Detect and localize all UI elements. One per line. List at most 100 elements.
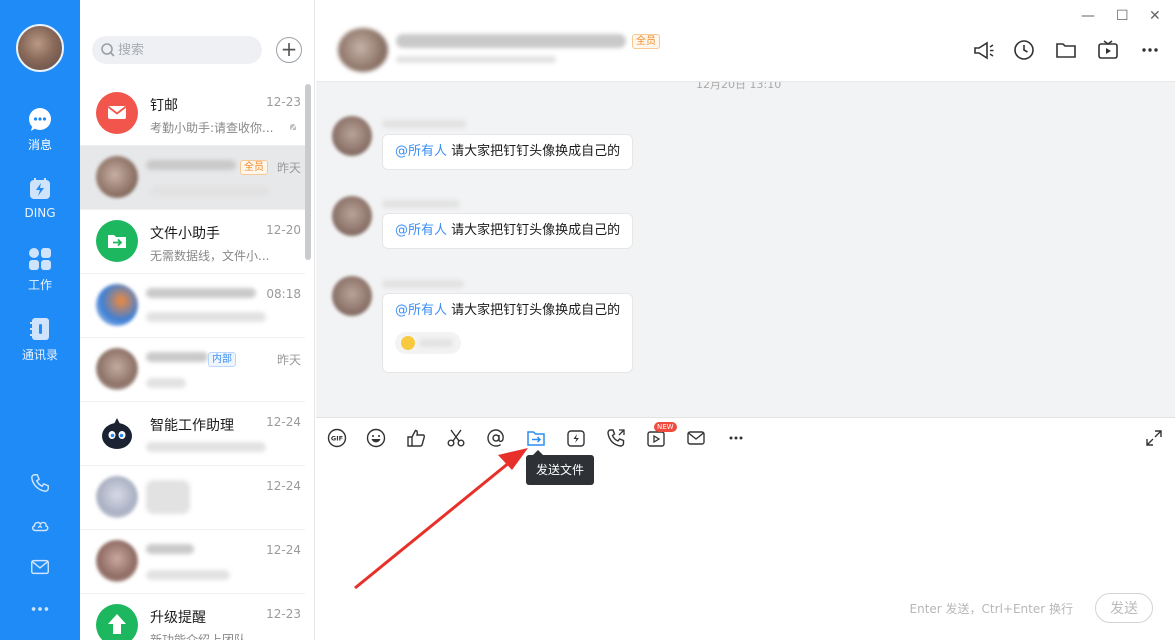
input-toolbar: GIF xyxy=(316,417,1175,457)
assistant-avatar xyxy=(96,412,138,454)
sender-avatar[interactable] xyxy=(332,116,372,156)
blurred-name xyxy=(146,352,208,362)
minimize-button[interactable]: — xyxy=(1081,8,1095,24)
search-box[interactable] xyxy=(92,36,262,64)
mention-all[interactable]: @所有人 xyxy=(395,223,447,238)
list-item[interactable]: 升级提醒 12-23 新功能介绍上团队 xyxy=(80,594,305,640)
list-item[interactable]: 文件小助手 12-20 无需数据线，文件小... xyxy=(80,210,305,274)
message-text: 请大家把钉钉头像换成自己的 xyxy=(447,303,621,318)
announcement-icon[interactable] xyxy=(972,38,996,62)
maximize-button[interactable]: ☐ xyxy=(1116,8,1129,24)
live-tv-icon[interactable] xyxy=(1096,38,1120,62)
conversation-preview: 新功能介绍上团队 xyxy=(150,633,247,640)
emoji-icon xyxy=(366,428,386,448)
blurred-group-sub xyxy=(396,56,556,63)
phone-icon xyxy=(31,474,49,492)
message-bubble[interactable]: @所有人 请大家把钉钉头像换成自己的 xyxy=(382,134,634,170)
sender-avatar[interactable] xyxy=(332,276,372,316)
more-dots-icon xyxy=(729,436,743,440)
gif-button[interactable]: GIF xyxy=(326,427,348,449)
conversation-time: 12-24 xyxy=(266,479,301,493)
nav-work[interactable]: 工作 xyxy=(0,246,80,302)
blurred-preview xyxy=(146,570,230,580)
mute-bell-icon xyxy=(288,123,298,133)
left-nav: 消息 DING 工作 通讯录 xyxy=(0,0,80,640)
nav-ding[interactable]: DING xyxy=(0,176,80,232)
message-input-area[interactable]: Enter 发送，Ctrl+Enter 换行 发送 xyxy=(316,457,1175,640)
list-item[interactable]: 12-24 xyxy=(80,466,305,530)
nav-phone[interactable] xyxy=(0,466,80,500)
expand-icon xyxy=(1146,430,1162,446)
nav-mail[interactable] xyxy=(0,550,80,584)
conversation-rows: 钉邮 12-23 考勤小助手:请查收你... 全员 昨天 文件小助手 12-20 xyxy=(80,82,315,640)
chat-pane: — ☐ ✕ 全员 12月20日 13:10 @所有人 请大家把钉钉头像换成自己的 xyxy=(316,0,1175,640)
send-file-icon xyxy=(527,431,545,446)
robot-mascot-icon xyxy=(102,418,132,449)
history-clock-icon[interactable] xyxy=(1012,38,1036,62)
mention-all[interactable]: @所有人 xyxy=(395,144,447,159)
nav-label: 消息 xyxy=(27,138,52,152)
send-file-button[interactable] xyxy=(525,427,547,449)
mention-all[interactable]: @所有人 xyxy=(395,303,447,318)
message-text: 请大家把钉钉头像换成自己的 xyxy=(447,144,621,159)
more-button[interactable] xyxy=(725,427,747,449)
sender-avatar[interactable] xyxy=(332,196,372,236)
search-input[interactable] xyxy=(118,40,254,60)
blurred-sender-name xyxy=(382,280,464,288)
mail-app-avatar xyxy=(96,92,138,134)
screenshot-button[interactable] xyxy=(445,427,467,449)
blurred-group-name xyxy=(396,34,626,48)
blurred-sender-name xyxy=(382,120,466,128)
group-avatar[interactable] xyxy=(338,28,388,72)
cloud-icon xyxy=(31,521,49,532)
more-dots-icon[interactable] xyxy=(1138,38,1162,62)
list-item[interactable]: 钉邮 12-23 考勤小助手:请查收你... xyxy=(80,82,305,146)
phone-call-icon xyxy=(607,429,625,447)
nav-messages[interactable]: 消息 xyxy=(0,106,80,162)
internal-tag: 内部 xyxy=(208,352,236,367)
list-item[interactable]: 内部 昨天 xyxy=(80,338,305,402)
nav-more[interactable] xyxy=(0,592,80,626)
date-divider: 12月20日 13:10 xyxy=(696,82,782,91)
send-button[interactable]: 发送 xyxy=(1095,593,1153,623)
list-item[interactable]: 08:18 xyxy=(80,274,305,338)
folder-icon[interactable] xyxy=(1054,38,1078,62)
list-item[interactable]: 全员 昨天 xyxy=(80,146,305,210)
list-scrollbar[interactable] xyxy=(305,84,311,260)
message-bubble[interactable]: @所有人 请大家把钉钉头像换成自己的 xyxy=(382,293,634,373)
close-button[interactable]: ✕ xyxy=(1149,8,1161,24)
ding-lightning-icon xyxy=(30,178,50,199)
scissors-icon xyxy=(447,429,465,447)
avatar xyxy=(96,284,138,326)
ding-button[interactable] xyxy=(565,427,587,449)
nav-contacts[interactable]: 通讯录 xyxy=(0,316,80,372)
mail-icon xyxy=(31,559,49,575)
mail-icon xyxy=(687,431,705,445)
blurred-name xyxy=(146,288,256,298)
add-button[interactable]: + xyxy=(276,37,302,63)
list-item[interactable]: 12-24 xyxy=(80,530,305,594)
list-item[interactable]: 智能工作助理 12-24 xyxy=(80,402,305,466)
like-button[interactable] xyxy=(405,427,427,449)
mail-button[interactable] xyxy=(685,427,707,449)
dingtalk-window: 消息 DING 工作 通讯录 搜索 + 钉邮 12-23 考勤小助手:请查收你.… xyxy=(0,0,1175,640)
search-icon xyxy=(101,43,115,57)
conversation-time: 12-24 xyxy=(266,543,301,557)
blurred-name xyxy=(146,544,194,554)
my-avatar[interactable] xyxy=(16,24,64,72)
conversation-list: + 钉邮 12-23 考勤小助手:请查收你... 全员 昨天 xyxy=(80,0,315,640)
conversation-preview: 无需数据线，文件小... xyxy=(150,249,270,263)
conversation-time: 12-20 xyxy=(266,223,301,237)
expand-input-button[interactable] xyxy=(1143,427,1165,449)
nav-cloud[interactable] xyxy=(0,508,80,542)
emoji-button[interactable] xyxy=(365,427,387,449)
conversation-time: 12-23 xyxy=(266,95,301,109)
gif-icon: GIF xyxy=(327,428,347,448)
call-button[interactable] xyxy=(605,427,627,449)
reaction-chip[interactable] xyxy=(395,332,461,354)
upgrade-avatar xyxy=(96,604,138,640)
message-bubble[interactable]: @所有人 请大家把钉钉头像换成自己的 xyxy=(382,213,634,249)
mention-button[interactable] xyxy=(485,427,507,449)
blurred-name xyxy=(146,480,190,514)
avatar xyxy=(96,540,138,582)
